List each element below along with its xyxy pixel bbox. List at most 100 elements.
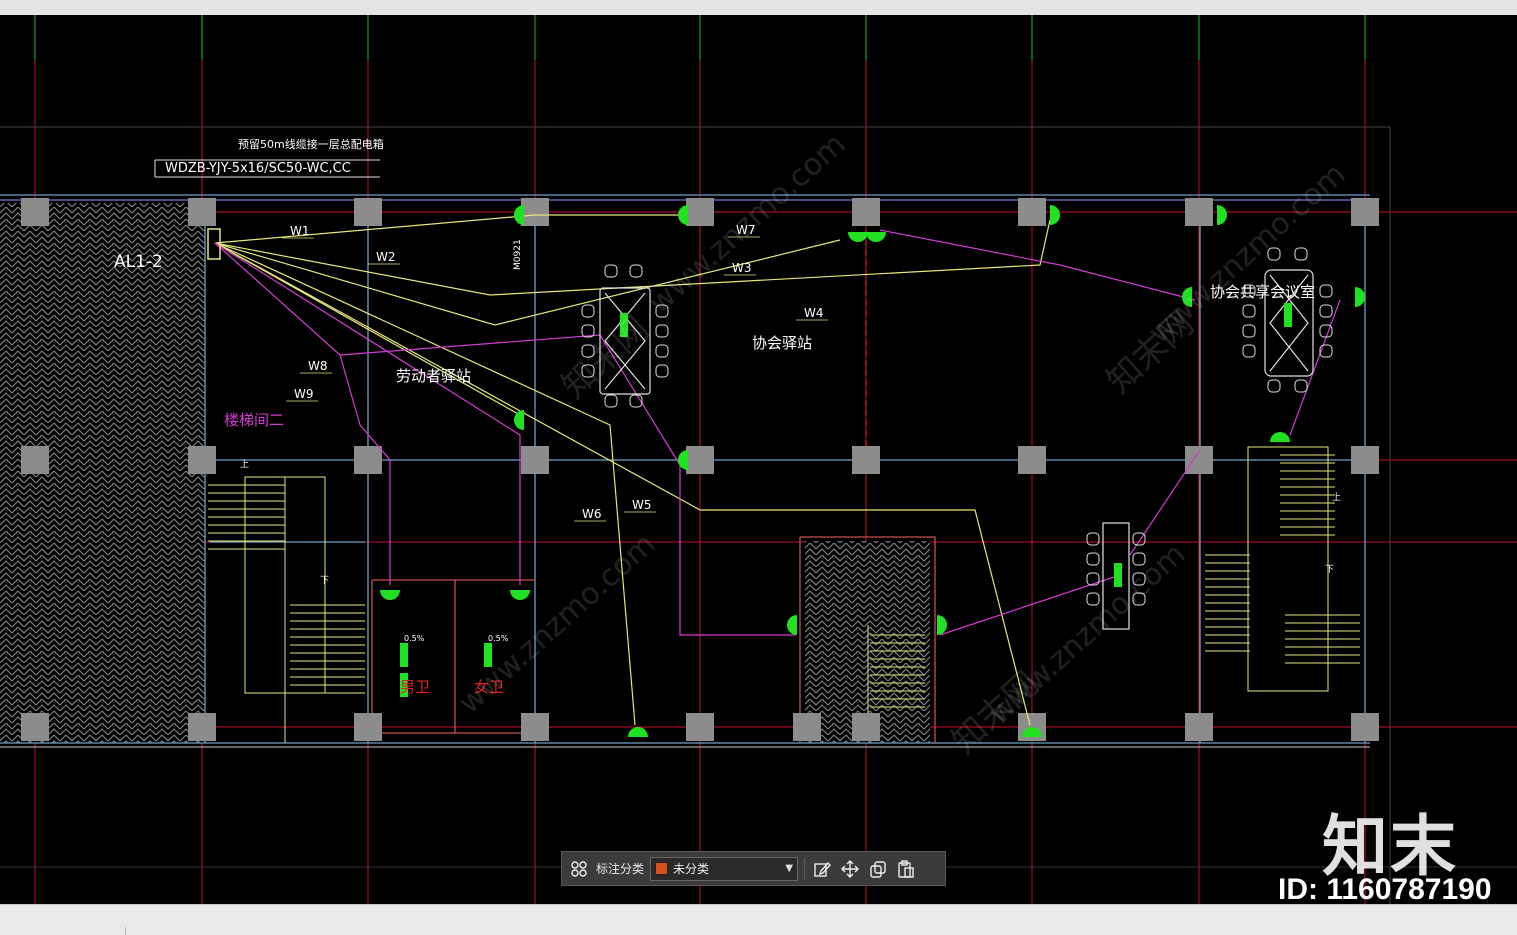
circuit-label: W9 (294, 387, 314, 401)
light-fixture (848, 232, 868, 242)
stair-down-label-left: 下 (320, 576, 329, 586)
circuit-label: W8 (308, 359, 328, 373)
column (21, 446, 49, 474)
move-icon[interactable] (839, 858, 861, 880)
light-fixture (1355, 287, 1365, 307)
column (21, 198, 49, 226)
column (21, 713, 49, 741)
circuit-label: W6 (582, 507, 602, 521)
chair (629, 264, 643, 278)
light-fixture (1217, 205, 1227, 225)
column (1351, 198, 1379, 226)
circuit-label: W2 (376, 250, 396, 264)
light-fixture-linear (1284, 303, 1292, 327)
chair (1242, 304, 1256, 318)
column (852, 198, 880, 226)
annotation-category-label: 标注分类 (596, 862, 645, 876)
chair (1242, 324, 1256, 338)
light-fixture (866, 232, 886, 242)
column (686, 713, 714, 741)
light-fixture (937, 615, 947, 635)
chair (604, 394, 618, 408)
watermark-brand-1: 知末网 (554, 309, 657, 407)
column (852, 446, 880, 474)
chevron-down-icon: ▼ (785, 863, 794, 874)
chair (1086, 552, 1100, 566)
toolbar-divider (804, 857, 806, 880)
chair (1267, 379, 1281, 393)
column (1185, 198, 1213, 226)
circuit-label: W3 (732, 261, 752, 275)
wiring (214, 214, 1341, 726)
grid-view-icon[interactable] (568, 858, 590, 880)
column (1185, 713, 1213, 741)
light-fixture-linear (400, 643, 408, 667)
column (521, 446, 549, 474)
column (686, 198, 714, 226)
chair (581, 304, 595, 318)
column (793, 713, 821, 741)
chair (1294, 247, 1308, 261)
column (188, 713, 216, 741)
column (354, 198, 382, 226)
circuit-labels: W1W2W3W4W5W6W7W8W9 (282, 223, 828, 522)
light-fixture (678, 205, 688, 225)
slope-label-2: 0.5% (488, 634, 509, 643)
watermark-3: www.znzmo.com (452, 527, 662, 721)
column (852, 713, 880, 741)
cable-note-line1: 预留50m线缆接一层总配电箱 (238, 137, 384, 151)
chair (1242, 344, 1256, 358)
annotation-toolbar: 标注分类 未分类 ▼ (561, 851, 946, 886)
column (188, 446, 216, 474)
chair (604, 264, 618, 278)
circuit-label: W5 (632, 498, 652, 512)
light-fixture (787, 615, 797, 635)
slope-label-1: 0.5% (404, 634, 425, 643)
light-fixture (1270, 432, 1290, 442)
hatched-areas (0, 203, 930, 743)
column (521, 198, 549, 226)
copy-icon[interactable] (867, 858, 889, 880)
light-fixture (1050, 205, 1060, 225)
column (1185, 446, 1213, 474)
chair (655, 364, 669, 378)
paste-icon[interactable] (895, 858, 917, 880)
chair (1086, 532, 1100, 546)
column (686, 446, 714, 474)
category-color-swatch (655, 862, 669, 875)
category-select-value: 未分类 (673, 862, 710, 876)
edit-icon[interactable] (811, 858, 833, 880)
stair-up-label-left: 上 (240, 459, 249, 470)
column (1018, 446, 1046, 474)
category-select[interactable]: 未分类 ▼ (650, 856, 799, 881)
circuit-label: W4 (804, 306, 824, 320)
stair-left (208, 476, 365, 743)
room-label-male-restroom: 男卫 (400, 678, 430, 696)
light-fixture (514, 205, 524, 225)
cable-note-line2: WDZB-YJY-5x16/SC50-WC,CC (165, 161, 351, 176)
chair (1294, 379, 1308, 393)
column (1018, 198, 1046, 226)
chair (655, 324, 669, 338)
top-bar (0, 0, 1517, 15)
column (1351, 713, 1379, 741)
status-bar (0, 904, 1517, 935)
column (354, 713, 382, 741)
stair-down-label-right: 下 (1325, 565, 1334, 575)
circuit-label: W1 (290, 224, 310, 238)
chair (655, 344, 669, 358)
light-fixture (510, 590, 530, 600)
watermark-1: www.znzmo.com (642, 127, 852, 321)
light-fixture (380, 590, 400, 600)
drawing-id: ID: 1160787190 (1278, 873, 1492, 906)
light-fixture (628, 727, 648, 737)
stair-right (1205, 446, 1360, 692)
chair (1319, 284, 1333, 298)
cad-drawing-canvas[interactable]: 预留50m线缆接一层总配电箱 WDZB-YJY-5x16/SC50-WC,CC … (0, 15, 1517, 904)
chair (1319, 344, 1333, 358)
column (1351, 446, 1379, 474)
column (188, 198, 216, 226)
room-label-stair2: 楼梯间二 (224, 411, 284, 429)
stair-up-label-right: 上 (1332, 492, 1341, 503)
column (521, 713, 549, 741)
